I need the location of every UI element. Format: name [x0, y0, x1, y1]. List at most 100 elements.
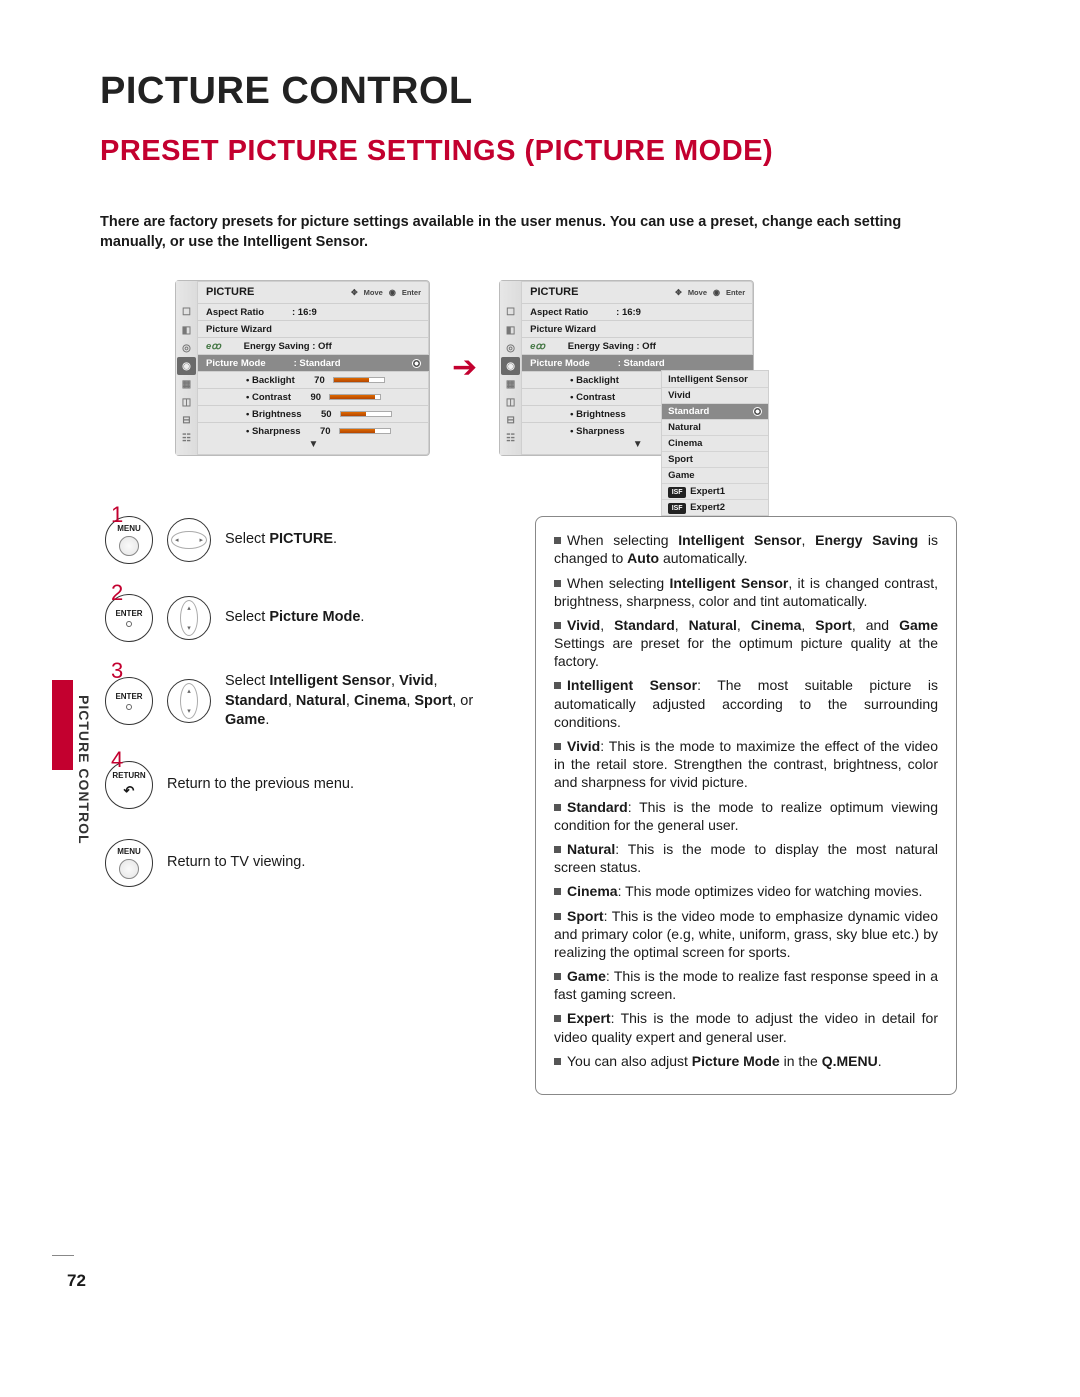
step-row: 4 RETURN↶ Return to the previous menu. [105, 761, 485, 809]
dropdown-item[interactable]: Vivid [662, 387, 768, 403]
dropdown-item[interactable]: Intelligent Sensor [662, 371, 768, 387]
dropdown-item[interactable]: ISFExpert1 [662, 483, 768, 499]
tab-icon-selected: ◉ [177, 357, 196, 375]
osd-title: PICTURE [530, 286, 578, 298]
info-item: Natural: This is the mode to display the… [554, 840, 938, 876]
wizard-row: Picture Wizard [522, 320, 753, 337]
bullet-icon [554, 913, 561, 920]
tab-icon: ▦ [500, 375, 521, 393]
energy-row: eꝏ Energy Saving : Off [522, 337, 753, 354]
tab-icon: ⊟ [500, 411, 521, 429]
bullet-icon [554, 1015, 561, 1022]
radio-icon [753, 407, 762, 416]
info-item: You can also adjust Picture Mode in the … [554, 1052, 938, 1070]
step-row: 1 MENU ◂▸ Select PICTURE. [105, 516, 485, 564]
expert-badge-icon: ISF [668, 503, 686, 514]
nav-pad-vertical[interactable]: ▴▾ [167, 679, 211, 723]
info-item: Sport: This is the video mode to emphasi… [554, 907, 938, 962]
nav-pad-vertical[interactable]: ▴▾ [167, 596, 211, 640]
remote-button-enter[interactable]: ENTER [105, 677, 153, 725]
bullet-icon [554, 888, 561, 895]
bullet-icon [554, 537, 561, 544]
side-tab-label: PICTURE CONTROL [76, 695, 92, 845]
dropdown-item[interactable]: Natural [662, 419, 768, 435]
bullet-icon [554, 846, 561, 853]
tab-icon: ◧ [176, 321, 197, 339]
tab-icon: ☷ [500, 429, 521, 447]
osd-panel-left: ☐ ◧ ◎ ◉ ▦ ◫ ⊟ ☷ PICTURE ✥Move ◉Enter Asp… [175, 280, 430, 456]
info-item: Expert: This is the mode to adjust the v… [554, 1009, 938, 1045]
wizard-row: Picture Wizard [198, 320, 429, 337]
enter-dot-icon [126, 621, 132, 627]
dropdown-item[interactable]: Sport [662, 451, 768, 467]
info-item: Standard: This is the mode to realize op… [554, 798, 938, 834]
bullet-icon [554, 804, 561, 811]
down-arrow-icon: ▼ [198, 439, 429, 455]
intro-text: There are factory presets for picture se… [100, 213, 970, 252]
step-text: Select Intelligent Sensor, Vivid, Standa… [225, 672, 485, 731]
osd-row: ☐ ◧ ◎ ◉ ▦ ◫ ⊟ ☷ PICTURE ✥Move ◉Enter Asp… [175, 280, 985, 456]
eco-icon: eꝏ [206, 341, 221, 352]
mode-row-selected: Picture Mode : Standard [198, 354, 429, 371]
page-number: 72 [67, 1271, 86, 1291]
dropdown-item[interactable]: Cinema [662, 435, 768, 451]
bullet-icon [554, 580, 561, 587]
step-row: MENU Return to TV viewing. [105, 839, 485, 887]
tab-icon-selected: ◉ [501, 357, 520, 375]
button-inner-icon [119, 536, 139, 556]
move-icon: ✥ [351, 288, 358, 297]
info-item: Game: This is the mode to realize fast r… [554, 967, 938, 1003]
move-icon: ✥ [675, 288, 682, 297]
osd-param-row: Contrast 90 [198, 388, 429, 405]
picture-mode-dropdown: Intelligent SensorVividStandardNaturalCi… [661, 370, 769, 516]
return-icon: ↶ [124, 783, 135, 799]
side-tab-red [52, 680, 73, 770]
dropdown-item[interactable]: ISFExpert2 [662, 499, 768, 515]
tab-icon: ▦ [176, 375, 197, 393]
bullet-icon [554, 622, 561, 629]
button-inner-icon [119, 859, 139, 879]
arrow-right-icon: ➔ [452, 350, 477, 385]
expert-badge-icon: ISF [668, 487, 686, 498]
nav-pad-horizontal[interactable]: ◂▸ [167, 518, 211, 562]
tab-icon: ◧ [500, 321, 521, 339]
page-title: PICTURE CONTROL [100, 70, 985, 113]
subtitle: PRESET PICTURE SETTINGS (PICTURE MODE) [100, 135, 985, 168]
info-item: Vivid, Standard, Natural, Cinema, Sport,… [554, 616, 938, 671]
remote-button-menu[interactable]: MENU [105, 839, 153, 887]
step-text: Return to TV viewing. [167, 853, 305, 873]
step-number: 1 [111, 502, 123, 528]
tab-icon: ◎ [176, 339, 197, 357]
bullet-icon [554, 973, 561, 980]
osd-panel-right: ☐ ◧ ◎ ◉ ▦ ◫ ⊟ ☷ PICTURE ✥Move ◉Enter [499, 280, 754, 456]
info-item: Vivid: This is the mode to maximize the … [554, 737, 938, 792]
tab-icon: ⊟ [176, 411, 197, 429]
bullet-icon [554, 1058, 561, 1065]
enter-dot-icon [126, 704, 132, 710]
osd-tab-column: ☐ ◧ ◎ ◉ ▦ ◫ ⊟ ☷ [176, 281, 198, 455]
mode-row-selected: Picture Mode : Standard [522, 354, 753, 371]
aspect-row: Aspect Ratio : 16:9 [198, 303, 429, 320]
info-item: When selecting Intelligent Sensor, it is… [554, 574, 938, 610]
step-text: Select PICTURE. [225, 530, 337, 550]
enter-icon: ◉ [713, 288, 720, 297]
step-number: 3 [111, 658, 123, 684]
info-item: When selecting Intelligent Sensor, Energ… [554, 531, 938, 567]
step-text: Select Picture Mode. [225, 608, 364, 628]
step-number: 2 [111, 580, 123, 606]
osd-hints: ✥Move ◉Enter [351, 288, 421, 297]
osd-title: PICTURE [206, 286, 254, 298]
bullet-icon [554, 682, 561, 689]
tab-icon: ☷ [176, 429, 197, 447]
dropdown-item[interactable]: Standard [662, 403, 768, 419]
energy-row: eꝏ Energy Saving : Off [198, 337, 429, 354]
step-row: 2 ENTER ▴▾ Select Picture Mode. [105, 594, 485, 642]
osd-param-row: Backlight 70 [198, 371, 429, 388]
tab-icon: ☐ [500, 303, 521, 321]
steps-column: 1 MENU ◂▸ Select PICTURE. 2 ENTER ▴▾ Sel… [105, 516, 485, 1095]
osd-param-row: Sharpness 70 [198, 422, 429, 439]
aspect-row: Aspect Ratio : 16:9 [522, 303, 753, 320]
eco-icon: eꝏ [530, 341, 545, 352]
dropdown-item[interactable]: Game [662, 467, 768, 483]
info-item: Intelligent Sensor: The most suitable pi… [554, 676, 938, 731]
